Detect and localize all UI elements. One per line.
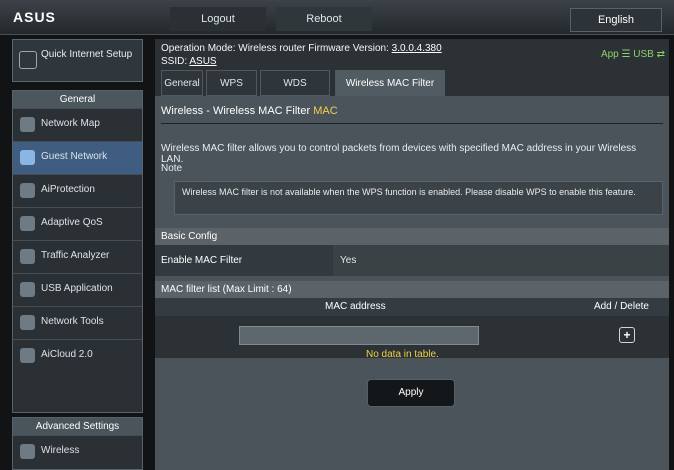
tools-icon: [20, 315, 35, 330]
wifi-icon: [20, 444, 35, 459]
map-icon: [20, 117, 35, 132]
advanced-menu: Advanced Settings Wireless: [12, 417, 143, 470]
ssid-label: SSID:: [161, 56, 187, 67]
sidebar-item-label: AiProtection: [41, 184, 95, 195]
sidebar-item-network-tools[interactable]: Network Tools: [13, 306, 142, 339]
cloud-icon: [20, 348, 35, 363]
mac-list-columns: MAC address Add / Delete: [155, 298, 669, 316]
advanced-header: Advanced Settings: [13, 418, 142, 435]
basic-config-header: Basic Config: [155, 228, 669, 245]
firmware-link[interactable]: 3.0.0.4.380: [392, 43, 442, 54]
note-box: Wireless MAC filter is not available whe…: [174, 181, 663, 215]
page-title-text: Wireless - Wireless MAC Filter: [161, 105, 310, 117]
tab-general[interactable]: General: [161, 70, 203, 96]
quick-setup-label: Quick Internet Setup: [41, 49, 135, 61]
general-header: General: [13, 91, 142, 108]
reboot-tab[interactable]: Reboot: [276, 7, 372, 31]
apply-button[interactable]: Apply: [367, 379, 455, 407]
status-icons[interactable]: App ☰ USB ⇄: [601, 49, 665, 60]
qos-icon: [20, 216, 35, 231]
sidebar-item-label: Adaptive QoS: [41, 217, 103, 228]
sidebar-item-aicloud[interactable]: AiCloud 2.0: [13, 339, 142, 372]
usb-icon: [20, 282, 35, 297]
sidebar: Quick Internet Setup General Network Map…: [12, 39, 143, 431]
general-menu: General Network Map Guest Network AiProt…: [12, 90, 143, 413]
mac-address-column: MAC address: [325, 301, 386, 312]
sidebar-item-aiprotection[interactable]: AiProtection: [13, 174, 142, 207]
logout-tab[interactable]: Logout: [170, 7, 266, 31]
guest-icon: [20, 150, 35, 165]
sidebar-item-traffic-analyzer[interactable]: Traffic Analyzer: [13, 240, 142, 273]
add-mac-button[interactable]: +: [619, 327, 635, 343]
language-selector[interactable]: English: [570, 8, 662, 32]
enable-mac-filter-row: Enable MAC Filter Yes: [155, 245, 669, 276]
quick-setup-item[interactable]: Quick Internet Setup: [12, 39, 143, 82]
main-panel: Operation Mode: Wireless router Firmware…: [155, 39, 669, 431]
page-title: Wireless - Wireless MAC Filter MAC: [161, 105, 338, 117]
status-header: Operation Mode: Wireless router Firmware…: [161, 42, 442, 68]
sidebar-item-network-map[interactable]: Network Map: [13, 108, 142, 141]
mac-list-header: MAC filter list (Max Limit : 64): [155, 281, 669, 298]
mac-address-input[interactable]: [239, 326, 479, 345]
sidebar-item-usb-application[interactable]: USB Application: [13, 273, 142, 306]
tab-wds[interactable]: WDS: [260, 70, 330, 96]
description-text: Wireless MAC filter allows you to contro…: [161, 143, 661, 165]
shield-icon: [20, 183, 35, 198]
page-subtitle: MAC: [313, 105, 337, 117]
top-bar: ASUS Logout Reboot English: [0, 0, 674, 35]
sidebar-item-label: Guest Network: [41, 151, 107, 162]
empty-list-text: No data in table.: [366, 349, 439, 360]
sidebar-item-wireless[interactable]: Wireless: [13, 435, 142, 468]
status-text: Operation Mode: Wireless router Firmware…: [161, 43, 389, 54]
enable-mac-filter-label: Enable MAC Filter: [155, 245, 333, 276]
content-area: Wireless - Wireless MAC Filter MAC Wirel…: [155, 96, 669, 470]
sidebar-item-guest-network[interactable]: Guest Network: [13, 141, 142, 174]
note-title: Note: [161, 163, 182, 174]
sidebar-item-label: USB Application: [41, 283, 113, 294]
wizard-icon: [19, 51, 37, 69]
sidebar-item-label: Network Map: [41, 118, 100, 129]
tab-wps[interactable]: WPS: [206, 70, 257, 96]
title-divider: [161, 123, 663, 124]
tab-mac-filter[interactable]: Wireless MAC Filter: [335, 70, 445, 96]
analyzer-icon: [20, 249, 35, 264]
enable-mac-filter-value[interactable]: Yes: [340, 245, 356, 276]
sidebar-item-adaptive-qos[interactable]: Adaptive QoS: [13, 207, 142, 240]
ssid-link[interactable]: ASUS: [189, 56, 216, 67]
sidebar-item-label: Traffic Analyzer: [41, 250, 109, 261]
brand-logo: ASUS: [13, 9, 56, 25]
sidebar-item-label: Wireless: [41, 445, 79, 456]
sidebar-item-label: AiCloud 2.0: [41, 349, 93, 360]
add-delete-column: Add / Delete: [594, 301, 649, 312]
sidebar-item-label: Network Tools: [41, 316, 104, 327]
